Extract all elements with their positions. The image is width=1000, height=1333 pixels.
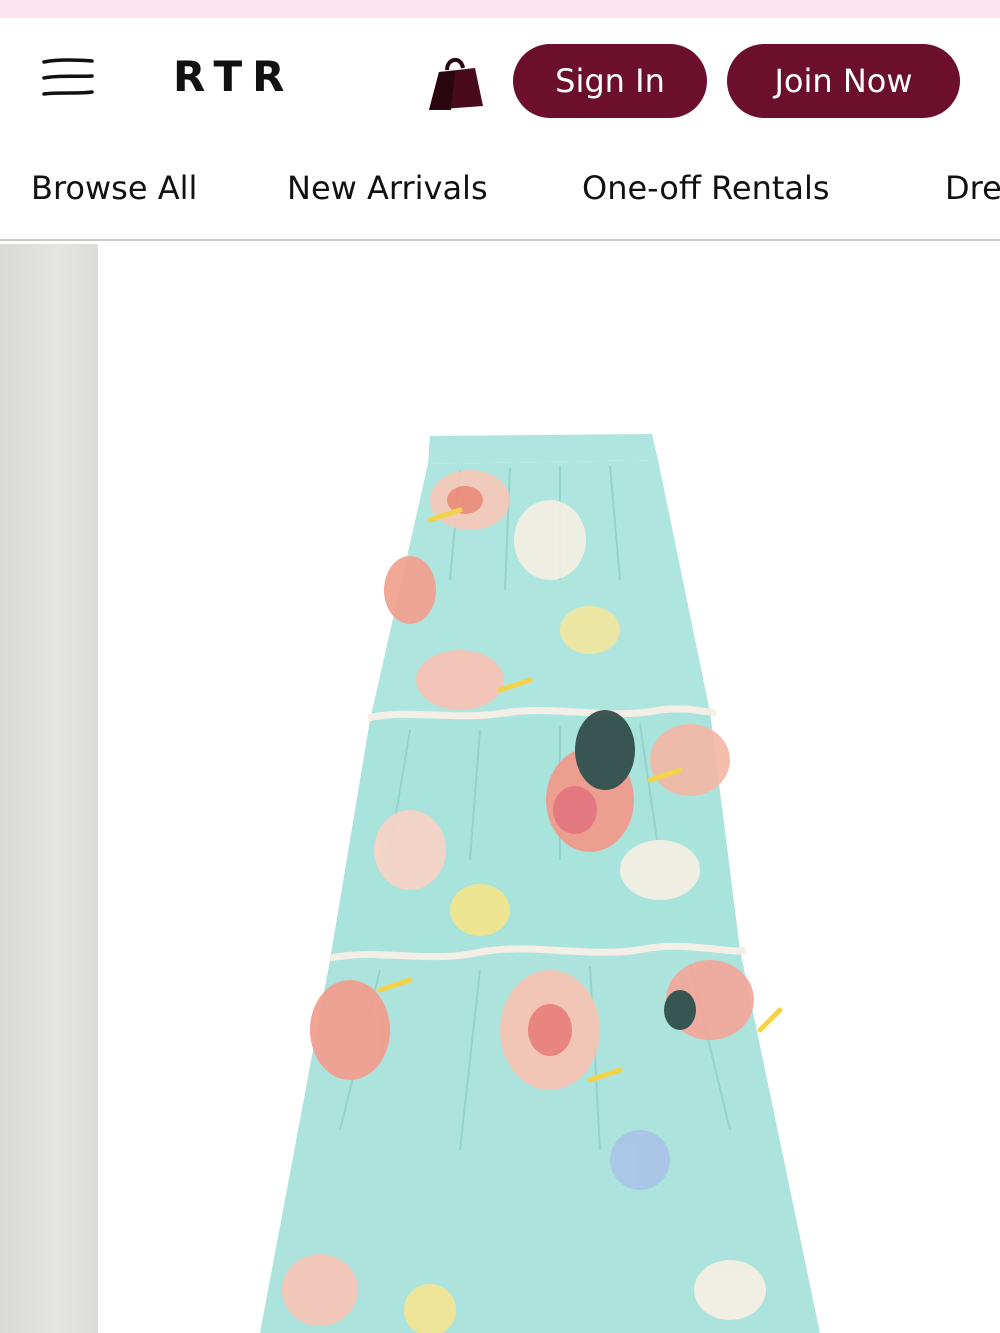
- join-now-button[interactable]: Join Now: [727, 44, 960, 118]
- product-image-floral-skirt[interactable]: [260, 430, 820, 1333]
- previous-image-preview[interactable]: [0, 244, 98, 1333]
- nav-item-dresses[interactable]: Dresses: [945, 169, 1000, 207]
- site-header: RTR Sign In Join Now: [0, 18, 1000, 143]
- category-nav: Browse All New Arrivals One-off Rentals …: [0, 143, 1000, 241]
- shopping-bag-icon[interactable]: [425, 50, 489, 114]
- hamburger-menu-icon[interactable]: [40, 56, 96, 100]
- sign-in-button[interactable]: Sign In: [513, 44, 707, 118]
- nav-item-browse-all[interactable]: Browse All: [31, 169, 197, 207]
- promo-strip: [0, 0, 1000, 18]
- nav-item-new-arrivals[interactable]: New Arrivals: [287, 169, 488, 207]
- nav-item-one-off-rentals[interactable]: One-off Rentals: [582, 169, 830, 207]
- product-gallery: [0, 244, 1000, 1333]
- rtr-logo[interactable]: RTR: [173, 52, 294, 101]
